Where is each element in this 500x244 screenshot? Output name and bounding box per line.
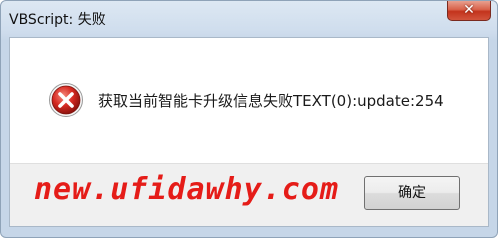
close-button[interactable]: ✕ <box>447 1 491 21</box>
ok-button[interactable]: 确定 <box>364 176 460 210</box>
window-title: VBScript: 失败 <box>9 12 106 28</box>
dialog-window: VBScript: 失败 ✕ 获取当前智能卡升级信息失败TEXT(0):upda… <box>0 0 498 238</box>
error-icon <box>49 83 83 117</box>
title-bar[interactable]: VBScript: 失败 ✕ <box>1 1 497 37</box>
error-message: 获取当前智能卡升级信息失败TEXT(0):update:254 <box>98 92 444 110</box>
watermark-text: new.ufidawhy.com <box>34 172 339 207</box>
dialog-content: 获取当前智能卡升级信息失败TEXT(0):update:254 new.ufid… <box>9 37 489 227</box>
button-area: new.ufidawhy.com 确定 <box>10 163 488 226</box>
close-icon: ✕ <box>463 2 475 18</box>
